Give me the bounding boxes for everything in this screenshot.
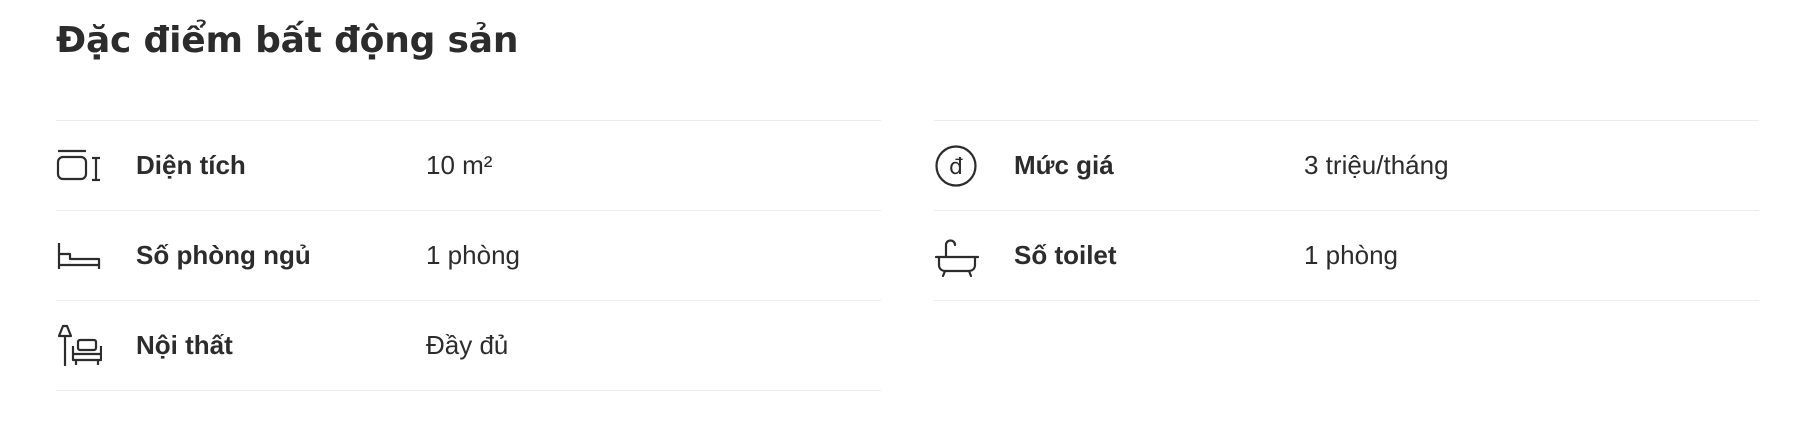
furniture-icon: [56, 323, 102, 369]
feature-label-toilets: Số toilet: [1014, 240, 1117, 270]
features-column-left: Diện tích 10 m² Số phòng ngủ 1 phòng Nội…: [56, 120, 881, 391]
feature-row-bedrooms: Số phòng ngủ 1 phòng: [56, 211, 881, 301]
features-column-right: đ Mức giá 3 triệu/tháng Số toilet 1 phòn…: [934, 120, 1759, 391]
bed-icon: [56, 233, 102, 279]
property-features: Diện tích 10 m² Số phòng ngủ 1 phòng Nội…: [56, 120, 1759, 391]
section-title: Đặc điểm bất động sản: [56, 20, 519, 61]
feature-value-toilets: 1 phòng: [1304, 240, 1398, 270]
feature-value-area: 10 m²: [426, 150, 493, 180]
feature-row-price: đ Mức giá 3 triệu/tháng: [934, 121, 1759, 211]
feature-row-furniture: Nội thất Đầy đủ: [56, 301, 881, 391]
feature-row-area: Diện tích 10 m²: [56, 121, 881, 211]
feature-row-toilets: Số toilet 1 phòng: [934, 211, 1759, 301]
feature-value-price: 3 triệu/tháng: [1304, 150, 1449, 180]
feature-label-area: Diện tích: [136, 150, 246, 180]
bathtub-icon: [934, 233, 980, 279]
price-icon: đ: [934, 143, 980, 189]
feature-value-bedrooms: 1 phòng: [426, 240, 520, 270]
feature-value-furniture: Đầy đủ: [426, 330, 509, 360]
feature-label-furniture: Nội thất: [136, 330, 233, 360]
area-icon: [56, 143, 102, 189]
feature-label-price: Mức giá: [1014, 150, 1114, 180]
price-icon-glyph: đ: [949, 155, 963, 180]
feature-label-bedrooms: Số phòng ngủ: [136, 240, 311, 270]
